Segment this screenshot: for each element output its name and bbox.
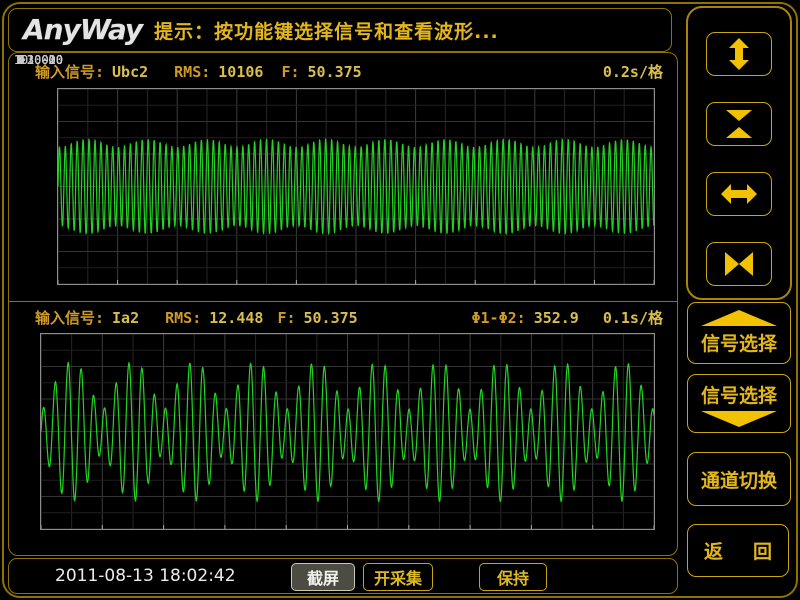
input-signal-label: 输入信号:: [35, 307, 104, 328]
panel1-header: 输入信号: Ubc2 RMS: 10106 F: 50.375 0.2s/格: [9, 61, 677, 82]
back-label-left: 返: [704, 537, 723, 564]
timebase-value: 0.1s/格: [603, 307, 663, 328]
rms-value: 12.448: [209, 309, 263, 327]
signal-select-up-label: 信号选择: [701, 329, 777, 356]
panel2-plot-svg: [40, 333, 655, 530]
triangle-down-icon: [701, 411, 777, 427]
panel-divider: [9, 301, 677, 302]
title-bar: AnyWay 提示：按功能键选择信号和查看波形...: [8, 8, 672, 52]
timestamp: 2011-08-13 18:02:42: [55, 566, 236, 586]
signal-name: Ia2: [112, 309, 139, 327]
timebase-value: 0.2s/格: [603, 61, 663, 82]
freq-label: F:: [277, 309, 295, 327]
freq-value: 50.375: [308, 63, 362, 81]
rms-label: RMS:: [165, 309, 201, 327]
triangle-up-icon: [701, 310, 777, 326]
signal-select-down-label: 信号选择: [701, 381, 777, 408]
x-axis-tick-label: 10: [9, 53, 33, 67]
anyway-logo: AnyWay: [23, 13, 142, 46]
screenshot-button[interactable]: 截屏: [291, 563, 355, 591]
zoom-button-group: [686, 6, 792, 300]
signal-name: Ubc2: [112, 63, 148, 81]
rms-value: 10106: [218, 63, 263, 81]
panel1-plot-svg: [57, 88, 655, 285]
analyzer-screen: AnyWay 提示：按功能键选择信号和查看波形... 输入信号: Ubc2 RM…: [0, 0, 800, 600]
freq-value: 50.375: [304, 309, 358, 327]
channel-switch-label: 通道切换: [701, 466, 777, 493]
channel-switch-button[interactable]: 通道切换: [687, 452, 791, 506]
compress-horizontal-button[interactable]: [706, 242, 772, 286]
expand-horizontal-icon: [721, 178, 757, 210]
compress-horizontal-icon: [721, 248, 757, 280]
waveform-container: 输入信号: Ubc2 RMS: 10106 F: 50.375 0.2s/格 3…: [8, 52, 678, 556]
expand-vertical-button[interactable]: [706, 32, 772, 76]
expand-vertical-icon: [721, 38, 757, 70]
back-label-right: 回: [753, 537, 772, 564]
rms-label: RMS:: [174, 63, 210, 81]
hold-button[interactable]: 保持: [479, 563, 547, 591]
phase-diff-label: Φ1-Φ2:: [472, 309, 526, 327]
bottom-bar: 2011-08-13 18:02:42 截屏 开采集 保持: [8, 558, 678, 594]
panel2-header: 输入信号: Ia2 RMS: 12.448 F: 50.375 Φ1-Φ2: 3…: [9, 307, 677, 328]
phase-diff-value: 352.9: [534, 309, 579, 327]
signal-select-down-button[interactable]: 信号选择: [687, 374, 791, 433]
signal-select-up-button[interactable]: 信号选择: [687, 302, 791, 364]
freq-label: F:: [281, 63, 299, 81]
expand-horizontal-button[interactable]: [706, 172, 772, 216]
back-button[interactable]: 返 回: [687, 524, 789, 577]
start-capture-button[interactable]: 开采集: [363, 563, 433, 591]
hint-text: 提示：按功能键选择信号和查看波形...: [154, 17, 499, 44]
compress-vertical-icon: [721, 108, 757, 140]
compress-vertical-button[interactable]: [706, 102, 772, 146]
